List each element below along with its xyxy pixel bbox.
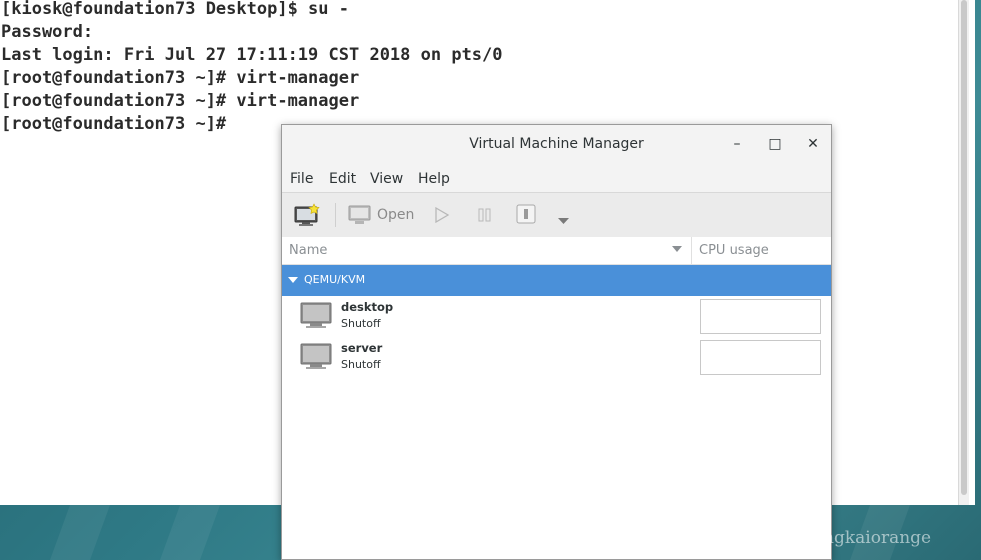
terminal-line: [root@foundation73 ~]# <box>1 114 227 134</box>
scrollbar-thumb[interactable] <box>961 0 967 495</box>
menu-file[interactable]: File <box>290 171 313 187</box>
play-icon <box>435 206 450 224</box>
close-button[interactable]: ✕ <box>802 133 824 155</box>
power-icon <box>516 204 536 224</box>
toolbar: Open <box>282 193 831 238</box>
chevron-down-icon <box>558 218 569 224</box>
toolbar-separator <box>335 203 336 227</box>
menu-edit[interactable]: Edit <box>329 171 356 187</box>
connection-row-qemu-kvm[interactable]: QEMU/KVM <box>282 265 831 296</box>
terminal-line: [kiosk@foundation73 Desktop]$ su - <box>1 0 349 19</box>
cpu-usage-graph <box>700 340 821 375</box>
minimize-button[interactable]: – <box>726 133 748 155</box>
vm-state: Shutoff <box>341 317 381 330</box>
shutdown-menu-button[interactable] <box>558 211 570 230</box>
vm-row-server[interactable]: server Shutoff <box>282 338 831 379</box>
wallpaper-stripe <box>49 505 111 560</box>
terminal-line: Last login: Fri Jul 27 17:11:19 CST 2018… <box>1 45 503 65</box>
window-title: Virtual Machine Manager <box>469 136 644 152</box>
column-header: Name CPU usage <box>282 237 831 265</box>
shutdown-button[interactable] <box>516 204 536 228</box>
column-name-header[interactable]: Name <box>289 243 327 258</box>
pause-button[interactable] <box>477 207 493 227</box>
open-label: Open <box>377 207 415 223</box>
terminal-line: [root@foundation73 ~]# virt-manager <box>1 91 360 111</box>
virt-manager-window: Virtual Machine Manager – □ ✕ File Edit … <box>281 124 832 560</box>
wallpaper-stripe <box>159 505 221 560</box>
monitor-icon <box>300 302 332 328</box>
menubar: File Edit View Help <box>282 165 831 193</box>
open-button[interactable] <box>348 205 372 229</box>
pause-icon <box>478 208 491 222</box>
sort-desc-icon[interactable] <box>672 246 682 252</box>
terminal-line: Password: <box>1 22 94 42</box>
run-button[interactable] <box>434 206 450 227</box>
terminal-line: [root@foundation73 ~]# virt-manager <box>1 68 360 88</box>
maximize-button[interactable]: □ <box>764 133 786 155</box>
vm-row-desktop[interactable]: desktop Shutoff <box>282 297 831 338</box>
monitor-icon <box>300 343 332 369</box>
column-divider[interactable] <box>691 237 692 264</box>
vm-state: Shutoff <box>341 358 381 371</box>
column-cpu-header[interactable]: CPU usage <box>699 243 769 258</box>
new-vm-button[interactable] <box>294 203 320 231</box>
monitor-icon <box>348 205 371 224</box>
menu-view[interactable]: View <box>370 171 403 187</box>
titlebar[interactable]: Virtual Machine Manager – □ ✕ <box>282 125 831 166</box>
vm-name: server <box>341 341 383 355</box>
expander-icon[interactable] <box>288 277 298 283</box>
new-vm-icon <box>294 203 320 226</box>
connection-label: QEMU/KVM <box>304 273 366 286</box>
terminal-scrollbar[interactable] <box>958 0 969 505</box>
menu-help[interactable]: Help <box>418 171 450 187</box>
watermark: https://blog.csdn.net/yangkaiorange <box>620 528 932 548</box>
vm-name: desktop <box>341 300 394 314</box>
cpu-usage-graph <box>700 299 821 334</box>
